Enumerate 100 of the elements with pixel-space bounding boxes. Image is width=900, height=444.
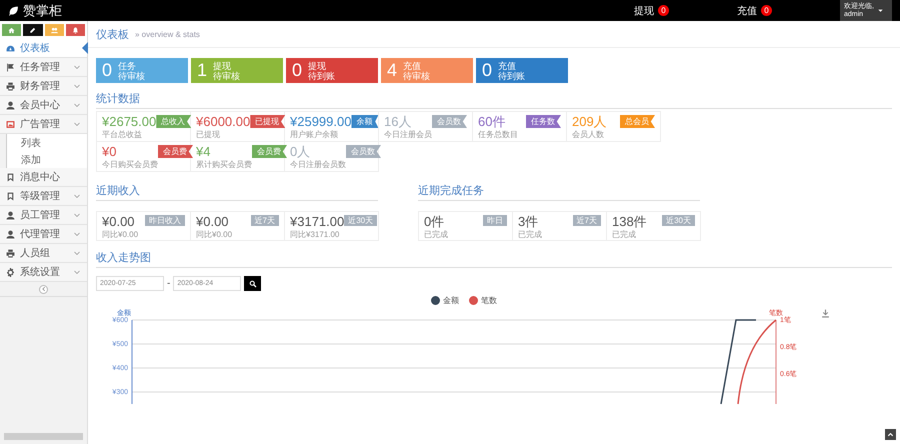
printer-icon xyxy=(6,248,15,258)
stat-value: ¥0.00 xyxy=(102,215,136,229)
stat-label: 会员人数 xyxy=(572,129,605,140)
stat-tag: 总收入 xyxy=(156,115,192,128)
submenu-item[interactable]: 添加 xyxy=(6,151,87,168)
legend-label: 笔数 xyxy=(481,295,497,306)
stat-label: 累计购买会员费 xyxy=(196,159,252,170)
stat-value: 209人 xyxy=(572,115,607,129)
period-tag: 近7天 xyxy=(250,215,279,226)
stat-label: 任务总数目 xyxy=(478,129,518,140)
stat-tag: 余额 xyxy=(351,115,378,128)
stat-label: 同比¥0.00 xyxy=(196,229,232,240)
sidebar-item[interactable]: 等级管理 xyxy=(0,187,87,206)
section-title: 近期收入 xyxy=(96,183,378,201)
stat-value: ¥6000.00 xyxy=(196,115,250,129)
sidebar-item[interactable]: 代理管理 xyxy=(0,225,87,244)
period-tag: 昨日收入 xyxy=(145,215,185,226)
stat-label: 同比¥3171.00 xyxy=(290,229,340,240)
sidebar-item[interactable]: 消息中心 xyxy=(0,168,87,187)
stat-label: 已完成 xyxy=(518,229,542,240)
stat-label: 今日注册会员数 xyxy=(290,159,346,170)
stat-value: 3件 xyxy=(518,215,540,229)
sidebar-item[interactable]: 任务管理 xyxy=(0,58,87,77)
stat-label: 今日购买会员费 xyxy=(102,159,158,170)
search-button[interactable] xyxy=(244,276,262,291)
flag-icon xyxy=(6,62,15,72)
stat-tag: 会员费 xyxy=(158,145,193,158)
scrollbar[interactable] xyxy=(4,433,83,440)
user-icon xyxy=(6,210,15,220)
chevron-down-icon xyxy=(73,120,81,128)
bell-icon xyxy=(72,26,79,34)
stat-tag: 总会员 xyxy=(620,115,655,128)
section-title: 收入走势图 xyxy=(96,250,892,268)
stat-tag: 会员数 xyxy=(432,115,467,128)
sidebar-item[interactable]: 会员中心 xyxy=(0,96,87,115)
stat-value: 138件 xyxy=(612,215,647,229)
sidebar-item[interactable]: 仪表板 xyxy=(0,39,87,58)
stat-label: 已完成 xyxy=(424,229,448,240)
sidebar-item[interactable]: 财务管理 xyxy=(0,77,87,96)
stat-value: 60件 xyxy=(478,115,506,129)
back-to-top-button[interactable] xyxy=(885,429,896,440)
stat-tag: 会员费 xyxy=(252,145,287,158)
search-icon xyxy=(248,280,257,288)
submenu-item[interactable]: 列表 xyxy=(6,134,87,151)
printer-icon xyxy=(6,82,15,90)
period-tag: 近7天 xyxy=(572,215,601,226)
chevron-down-icon xyxy=(73,230,81,238)
chevron-down-icon xyxy=(73,82,81,90)
chevron-down-icon xyxy=(73,101,81,109)
sidebar-item[interactable]: 系统设置 xyxy=(0,263,87,282)
stat-tag: 会员数 xyxy=(346,145,381,158)
chevron-left-icon xyxy=(40,286,46,292)
sidebar-item[interactable]: 员工管理 xyxy=(0,206,87,225)
user-icon xyxy=(6,100,15,110)
stat-value: 0人 xyxy=(290,145,312,159)
stat-value: ¥25999.00 xyxy=(290,115,352,129)
period-tag: 近30天 xyxy=(662,215,695,226)
chevron-up-icon xyxy=(887,431,894,438)
chevron-down-icon xyxy=(73,211,81,219)
chevron-down-icon xyxy=(73,192,81,200)
stat-tag: 已提现 xyxy=(250,115,286,128)
stat-value: ¥3171.00 xyxy=(290,215,344,229)
users-icon xyxy=(50,26,58,34)
section-title: 近期完成任务 xyxy=(418,183,700,201)
user-icon xyxy=(6,230,15,238)
stat-label: 已完成 xyxy=(612,229,637,240)
image-icon xyxy=(6,120,15,128)
stat-value: ¥0.00 xyxy=(196,215,230,229)
count-badge: 0 xyxy=(761,5,772,16)
stat-label: 用户账户余额 xyxy=(290,129,339,140)
bookmark-icon xyxy=(6,172,15,182)
nav-link[interactable]: 提现 xyxy=(634,4,654,18)
stat-value: 0件 xyxy=(424,215,446,229)
chevron-down-icon xyxy=(73,249,81,257)
stat-label: 今日注册会员 xyxy=(384,129,432,140)
chevron-down-icon xyxy=(73,268,81,276)
home-icon xyxy=(8,26,16,34)
period-tag: 昨日 xyxy=(483,215,507,226)
stat-value: ¥0 xyxy=(102,145,118,159)
quick-button[interactable] xyxy=(23,24,42,36)
stat-label: 同比¥0.00 xyxy=(102,229,138,240)
stat-tag: 任务数 xyxy=(526,115,561,128)
page-title: 仪表板 xyxy=(96,28,129,42)
download-icon xyxy=(821,309,830,318)
sidebar-item[interactable]: 广告管理 xyxy=(0,115,87,134)
stat-label: 已提现 xyxy=(196,129,221,140)
stat-value: ¥2675.00 xyxy=(102,115,156,129)
legend-label: 金额 xyxy=(443,295,459,306)
nav-link[interactable]: 充值 xyxy=(737,4,757,18)
pencil-icon xyxy=(29,26,36,34)
stat-label: 平台总收益 xyxy=(102,129,143,140)
section-title: 统计数据 xyxy=(96,91,892,109)
collapse-button[interactable] xyxy=(39,284,48,294)
sidebar-item[interactable]: 人员组 xyxy=(0,244,87,263)
dashboard-icon xyxy=(6,44,15,52)
app-logo: 赞掌柜 xyxy=(23,2,62,20)
chevron-down-icon xyxy=(73,63,81,71)
count-badge: 0 xyxy=(658,5,669,16)
page-subtitle: » overview & stats xyxy=(135,30,200,38)
caret-icon xyxy=(876,7,884,14)
